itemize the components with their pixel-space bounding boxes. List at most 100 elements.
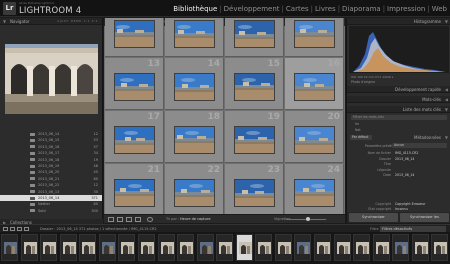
- forward-arrow-icon[interactable]: [24, 227, 29, 231]
- metadata-row[interactable]: Copyright Copyright Errooeur: [347, 202, 450, 207]
- grid-cell[interactable]: 23: [225, 164, 284, 214]
- photo-thumbnail[interactable]: [175, 180, 214, 206]
- grid-cell[interactable]: 17: [105, 111, 164, 163]
- filmstrip-thumbnail[interactable]: [1, 234, 18, 261]
- filmstrip-thumbnail[interactable]: [157, 234, 175, 261]
- compare-view-icon[interactable]: [126, 217, 132, 222]
- grid-cell[interactable]: 12: [285, 18, 344, 57]
- painter-icon[interactable]: [147, 217, 153, 222]
- grid-cell[interactable]: 24: [285, 164, 344, 214]
- folder-row[interactable]: 2013_06_17 34: [0, 150, 102, 156]
- folder-row[interactable]: 2013_06_21 80: [0, 176, 102, 182]
- grid-cell[interactable]: 9: [105, 18, 164, 57]
- photo-thumbnail[interactable]: [235, 127, 274, 153]
- grid-cell[interactable]: 16: [285, 58, 344, 110]
- second-window-icon[interactable]: [3, 227, 8, 231]
- quick-develop-header[interactable]: Développement rapide ◀: [347, 86, 450, 93]
- metadata-value[interactable]: IMG_4115.CR2: [395, 151, 418, 156]
- photo-thumbnail[interactable]: [115, 74, 154, 100]
- photo-thumbnail[interactable]: [115, 127, 154, 153]
- filmstrip-thumbnail[interactable]: [431, 234, 449, 261]
- grid-cell[interactable]: 15: [225, 58, 284, 110]
- filmstrip-thumbnail[interactable]: [98, 234, 116, 261]
- module-livres[interactable]: Livres: [314, 5, 337, 13]
- photo-thumbnail[interactable]: [175, 127, 214, 153]
- filmstrip-thumbnail[interactable]: [20, 234, 38, 261]
- histogram-header[interactable]: Histogramme ▼: [347, 18, 450, 25]
- folder-row[interactable]: 2013_06_20 45: [0, 169, 102, 175]
- filmstrip-thumbnail[interactable]: [118, 234, 136, 261]
- folder-row[interactable]: 2013_06_15 53: [0, 137, 102, 143]
- metadata-row[interactable]: Date 2013_06_14: [347, 173, 450, 178]
- module-developpement[interactable]: Développement: [223, 5, 281, 13]
- keyword-item[interactable]: Im: [355, 122, 359, 126]
- filmstrip-thumbnail[interactable]: [411, 234, 429, 261]
- photo-thumbnail[interactable]: [235, 21, 274, 47]
- photo-thumbnail[interactable]: [175, 21, 214, 47]
- photo-thumbnail[interactable]: [295, 21, 334, 47]
- filmstrip-thumbnail[interactable]: [372, 234, 390, 261]
- module-web[interactable]: Web: [431, 5, 448, 13]
- folder-row[interactable]: Sold 300: [0, 208, 102, 214]
- folder-row[interactable]: 2013_06_14 371: [0, 195, 102, 201]
- grid-cell[interactable]: 19: [225, 111, 284, 163]
- grid-cell[interactable]: 14: [165, 58, 224, 110]
- filmstrip-thumbnail[interactable]: [274, 234, 292, 261]
- filmstrip-thumbnail[interactable]: [294, 234, 312, 261]
- folder-row[interactable]: 2013_06_18 19: [0, 157, 102, 163]
- grid-cell[interactable]: 20: [285, 111, 344, 163]
- sort-select[interactable]: Heure de capture: [180, 217, 211, 221]
- filmstrip-thumbnail[interactable]: [59, 234, 77, 261]
- metadata-row[interactable]: Nom de fichier IMG_4115.CR2: [347, 151, 450, 156]
- filmstrip-thumbnail[interactable]: [177, 234, 195, 261]
- folder-row[interactable]: 2013_06_22 12: [0, 182, 102, 188]
- module-bibliotheque[interactable]: Bibliothèque: [172, 5, 218, 13]
- folder-row[interactable]: 2013_06_14 12: [0, 131, 102, 137]
- metadata-row[interactable]: Dossier 2013_06_14: [347, 157, 450, 162]
- photo-thumbnail[interactable]: [235, 74, 274, 100]
- metadata-row[interactable]: Légende: [347, 168, 450, 173]
- filmstrip-thumbnail[interactable]: [255, 234, 273, 261]
- filmstrip-thumbnail[interactable]: [235, 234, 253, 261]
- photo-thumbnail[interactable]: [295, 180, 334, 206]
- module-diaporama[interactable]: Diaporama: [341, 5, 382, 13]
- sync-settings-button[interactable]: Synchroniser les paramètres: [400, 213, 449, 228]
- loupe-view-icon[interactable]: [117, 217, 123, 222]
- folder-row[interactable]: Nettier 80: [0, 201, 102, 207]
- photo-thumbnail[interactable]: [115, 180, 154, 206]
- filmstrip-thumbnail[interactable]: [137, 234, 155, 261]
- grid-cell[interactable]: 22: [165, 164, 224, 214]
- metadata-preset-select[interactable]: Aucun: [392, 143, 447, 148]
- module-impression[interactable]: Impression: [386, 5, 426, 13]
- folder-row[interactable]: 2013_06_19 46: [0, 163, 102, 169]
- metadata-header[interactable]: Métadonnées ▼: [347, 134, 450, 141]
- photo-thumbnail[interactable]: [295, 127, 334, 153]
- filmstrip-thumbnail[interactable]: [314, 234, 332, 261]
- photo-thumbnail[interactable]: [175, 74, 214, 100]
- keywords-header[interactable]: Mots-clés ◀: [347, 96, 450, 103]
- filmstrip-thumbnail[interactable]: [392, 234, 410, 261]
- filmstrip-thumbnail[interactable]: [79, 234, 97, 261]
- grid-view-icon[interactable]: [108, 217, 114, 222]
- original-photo-toggle[interactable]: Photo d'origine: [351, 80, 375, 84]
- filmstrip-thumbnail[interactable]: [216, 234, 234, 261]
- navigator-zoom-options[interactable]: AJUST. REMP. 1:1 3:1: [57, 18, 98, 25]
- filmstrip-thumbnail[interactable]: [40, 234, 58, 261]
- filmstrip-thumbnail[interactable]: [196, 234, 214, 261]
- metadata-value[interactable]: Copyright Errooeur: [395, 202, 425, 207]
- keyword-item[interactable]: Nat: [355, 128, 361, 132]
- back-arrow-icon[interactable]: [17, 227, 22, 231]
- navigator-header[interactable]: ▼ Navigator AJUST. REMP. 1:1 3:1: [0, 18, 102, 25]
- grid-cell[interactable]: 13: [105, 58, 164, 110]
- metadata-row[interactable]: Titre: [347, 162, 450, 167]
- filmstrip-thumbnail[interactable]: [333, 234, 351, 261]
- keyword-list-header[interactable]: Liste des mots clés ▼: [347, 106, 450, 113]
- thumbnail-size-knob[interactable]: [306, 217, 310, 221]
- module-cartes[interactable]: Cartes: [285, 5, 310, 13]
- grid-cell[interactable]: 21: [105, 164, 164, 214]
- photo-thumbnail[interactable]: [115, 21, 154, 47]
- grid-cell[interactable]: 18: [165, 111, 224, 163]
- grid-cell[interactable]: 10: [165, 18, 224, 57]
- photo-thumbnail[interactable]: [235, 180, 274, 206]
- filmstrip-thumbnail[interactable]: [353, 234, 371, 261]
